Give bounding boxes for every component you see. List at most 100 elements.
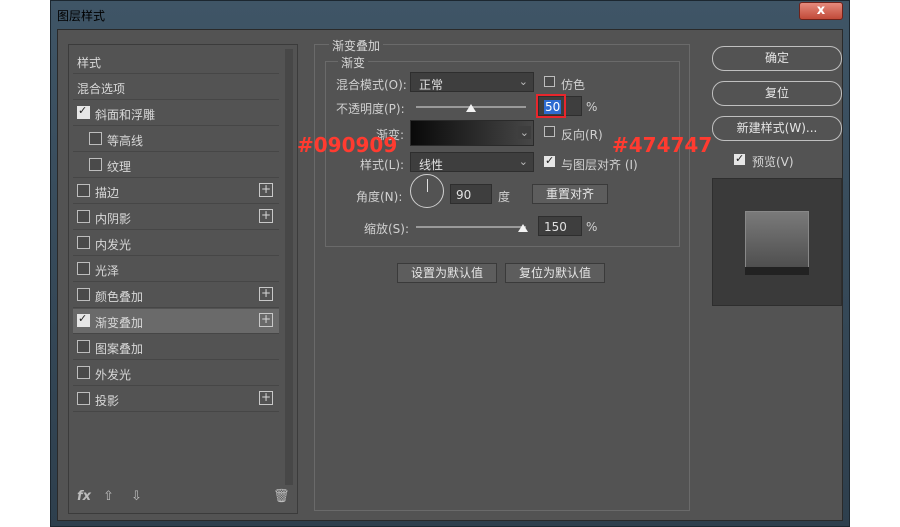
gradient-overlay-checkbox[interactable] (77, 312, 90, 327)
gradient-picker[interactable]: ⌄ (410, 120, 534, 146)
satin-checkbox[interactable] (77, 262, 90, 275)
dither-label: 仿色 (561, 78, 586, 92)
style-value: 线性 (419, 158, 444, 172)
reverse-label: 反向(R) (561, 128, 603, 142)
scale-slider-thumb[interactable] (518, 224, 528, 232)
annotation-right-color: #474747 (612, 133, 713, 157)
styles-list: 样式 混合选项 斜面和浮雕 等高线 纹理 描边 + (68, 44, 298, 514)
list-item-contour[interactable]: 等高线 (73, 127, 279, 152)
list-item-label: 图案叠加 (95, 342, 144, 356)
add-drop-shadow-icon[interactable]: + (259, 391, 273, 405)
list-item-outer-glow[interactable]: 外发光 (73, 361, 279, 386)
align-layer-checkbox[interactable] (544, 154, 555, 167)
scale-slider[interactable] (416, 226, 526, 228)
inner-shadow-checkbox[interactable] (77, 210, 90, 223)
group-title: 渐变叠加 (329, 37, 384, 54)
opacity-percent: % (586, 100, 598, 114)
list-item-label: 渐变叠加 (95, 316, 144, 330)
opacity-label: 不透明度(P): (336, 102, 405, 116)
angle-dial-needle (427, 179, 428, 192)
list-item-texture[interactable]: 纹理 (73, 153, 279, 178)
list-item-drop-shadow[interactable]: 投影 + (73, 387, 279, 412)
align-layer-label: 与图层对齐 (I) (561, 158, 638, 172)
list-item-label: 混合选项 (77, 82, 126, 96)
scale-input[interactable]: 150 (538, 216, 582, 236)
preview-shadow (745, 267, 809, 275)
add-gradient-overlay-icon[interactable]: + (259, 313, 273, 327)
list-item-gradient-overlay[interactable]: 渐变叠加 + (73, 309, 279, 334)
title-bar: 图层样式 x (51, 1, 849, 27)
outer-glow-checkbox[interactable] (77, 366, 90, 379)
chevron-down-icon[interactable]: ⌄ (517, 126, 531, 139)
style-label: 样式(L): (360, 158, 405, 172)
list-item-pattern-overlay[interactable]: 图案叠加 (73, 335, 279, 360)
angle-dial[interactable] (410, 174, 444, 208)
add-inner-shadow-icon[interactable]: + (259, 209, 273, 223)
preview-swatch (745, 211, 809, 273)
style-select[interactable]: 线性 ⌄ (410, 152, 534, 172)
bevel-checkbox[interactable] (77, 104, 90, 119)
contour-checkbox[interactable] (89, 132, 102, 145)
inner-glow-checkbox[interactable] (77, 236, 90, 249)
scale-label: 缩放(S): (364, 222, 410, 236)
color-overlay-checkbox[interactable] (77, 288, 90, 301)
reset-align-button[interactable]: 重置对齐 (532, 184, 608, 204)
list-item-inner-glow[interactable]: 内发光 (73, 231, 279, 256)
trash-icon[interactable]: 🗑 (273, 489, 290, 504)
list-footer: fx ⇧ ⇩ 🗑 (75, 489, 293, 511)
blend-mode-value: 正常 (419, 78, 444, 92)
gradient-overlay-group: 渐变叠加 渐变 混合模式(O): 正常 ⌄ 仿色 不透明度(P): 50 % 渐… (314, 37, 690, 511)
add-stroke-icon[interactable]: + (259, 183, 273, 197)
list-item-label: 颜色叠加 (95, 290, 144, 304)
scale-percent: % (586, 220, 598, 234)
list-item-label: 等高线 (107, 134, 144, 148)
scale-value: 150 (544, 220, 567, 234)
dither-checkbox[interactable] (544, 76, 555, 87)
degree-label: 度 (498, 190, 511, 204)
pattern-overlay-checkbox[interactable] (77, 340, 90, 353)
window-title: 图层样式 (57, 9, 106, 23)
ok-button[interactable]: 确定 (712, 46, 842, 71)
opacity-slider-thumb[interactable] (466, 104, 476, 112)
layer-style-window: 图层样式 x 样式 混合选项 斜面和浮雕 等高线 纹理 (50, 0, 850, 527)
arrow-up-icon[interactable]: ⇧ (103, 489, 114, 504)
styles-header[interactable]: 样式 (73, 49, 279, 74)
chevron-down-icon: ⌄ (518, 75, 528, 88)
list-item-label: 斜面和浮雕 (95, 108, 156, 122)
angle-input[interactable]: 90 (450, 184, 492, 204)
add-color-overlay-icon[interactable]: + (259, 287, 273, 301)
list-scrollbar[interactable] (285, 49, 293, 485)
set-default-button[interactable]: 设置为默认值 (397, 263, 497, 283)
blend-mode-select[interactable]: 正常 ⌄ (410, 72, 534, 92)
list-item-blend-options[interactable]: 混合选项 (73, 75, 279, 100)
drop-shadow-checkbox[interactable] (77, 392, 90, 405)
list-item-color-overlay[interactable]: 颜色叠加 + (73, 283, 279, 308)
list-item-label: 描边 (95, 186, 120, 200)
preview-checkbox[interactable] (734, 152, 745, 165)
reset-default-button[interactable]: 复位为默认值 (505, 263, 605, 283)
angle-label: 角度(N): (356, 190, 403, 204)
arrow-down-icon[interactable]: ⇩ (131, 489, 142, 504)
list-item-stroke[interactable]: 描边 + (73, 179, 279, 204)
list-item-label: 纹理 (107, 160, 132, 174)
subgroup-title: 渐变 (338, 54, 369, 71)
styles-header-label: 样式 (77, 56, 102, 70)
list-item-label: 光泽 (95, 264, 120, 278)
stroke-checkbox[interactable] (77, 184, 90, 197)
list-item-satin[interactable]: 光泽 (73, 257, 279, 282)
fx-menu-button[interactable]: fx (77, 489, 91, 504)
highlight-box (536, 94, 566, 118)
reverse-checkbox[interactable] (544, 126, 555, 137)
list-item-label: 内阴影 (95, 212, 132, 226)
preview-label: 预览(V) (752, 155, 794, 169)
new-style-button[interactable]: 新建样式(W)... (712, 116, 842, 141)
reset-button[interactable]: 复位 (712, 81, 842, 106)
annotation-left-color: #090909 (297, 133, 398, 157)
texture-checkbox[interactable] (89, 158, 102, 171)
dialog-body: 样式 混合选项 斜面和浮雕 等高线 纹理 描边 + (57, 29, 843, 521)
list-item-inner-shadow[interactable]: 内阴影 + (73, 205, 279, 230)
list-item-label: 投影 (95, 394, 120, 408)
close-button[interactable]: x (799, 2, 843, 20)
list-item-label: 外发光 (95, 368, 132, 382)
list-item-bevel-emboss[interactable]: 斜面和浮雕 (73, 101, 279, 126)
